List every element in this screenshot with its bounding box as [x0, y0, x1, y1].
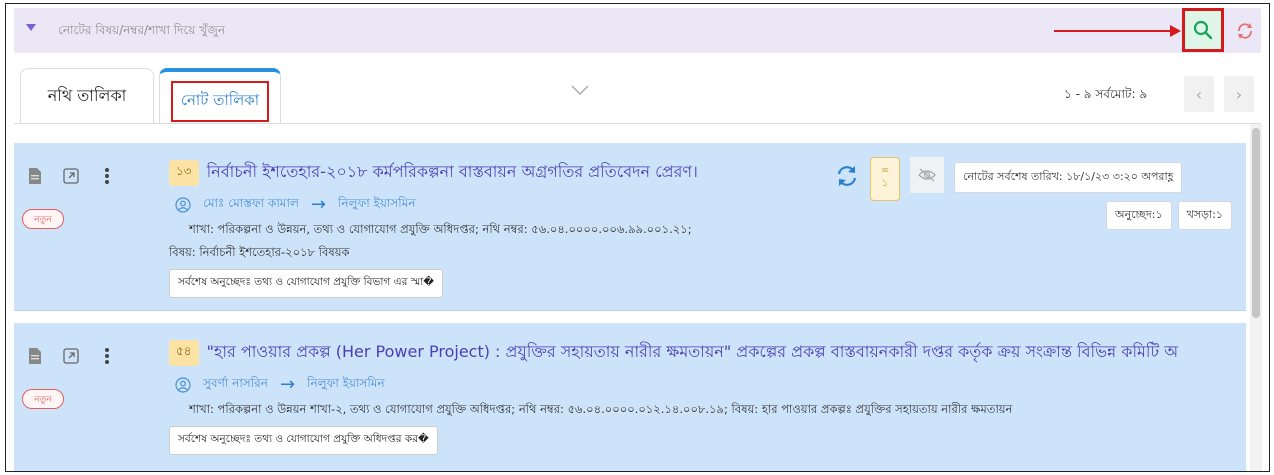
note-card[interactable]: নতুন ৫৪ "হার পাওয়ার প্রকল্প (Her Power …: [14, 323, 1246, 471]
hidden-toggle[interactable]: [910, 157, 944, 193]
note-counts: অনুচ্ছেদ:১ খসড়া:১: [1106, 201, 1232, 230]
document-icon[interactable]: [24, 165, 46, 187]
note-number: ৫৪: [169, 339, 199, 366]
search-input[interactable]: [58, 14, 758, 46]
note-title[interactable]: "হার পাওয়ার প্রকল্প (Her Power Project)…: [207, 339, 1179, 366]
note-list: নতুন ১৩ নির্বাচনী ইশতেহার-২০১৮ কর্মপরিকল…: [14, 143, 1246, 471]
previous-page-button[interactable]: ‹: [1184, 76, 1214, 112]
pagination-summary: ১ - ৯ সর্বমোট: ৯: [1064, 87, 1148, 101]
note-meta: শাখা: পরিকল্পনা ও উন্নয়ন শাখা-২, তথ্য ও…: [189, 402, 1013, 416]
new-badge: নতুন: [22, 389, 64, 409]
chevron-left-icon: ‹: [1195, 84, 1203, 104]
document-icon[interactable]: [24, 345, 46, 367]
paperclip-icon: ∞: [880, 165, 890, 176]
open-external-icon[interactable]: [60, 165, 82, 187]
tab-note-list[interactable]: নোট তালিকা: [159, 68, 281, 124]
note-subject: বিষয়: নির্বাচনী ইশতেহার-২০১৮ বিষয়ক: [169, 245, 350, 259]
tab-nothi-list[interactable]: নথি তালিকা: [20, 68, 154, 124]
note-sender: সুবর্ণা নাসরিন: [203, 375, 268, 390]
chevron-down-icon[interactable]: [570, 84, 590, 96]
note-sender: মোঃ মোস্তফা কামাল: [203, 195, 299, 210]
app-frame: নথি তালিকা নোট তালিকা ১ - ৯ সর্বমোট: ৯ ‹…: [5, 3, 1270, 472]
open-external-icon[interactable]: [60, 345, 82, 367]
tabs-row: নথি তালিকা নোট তালিকা ১ - ৯ সর্বমোট: ৯ ‹…: [14, 58, 1261, 124]
user-icon: [175, 196, 191, 213]
search-icon: [1193, 20, 1213, 40]
note-receiver: নিলুফা ইয়াসমিন: [337, 195, 416, 210]
sync-icon[interactable]: [834, 163, 860, 189]
note-meta: শাখা: পরিকল্পনা ও উন্নয়ন, তথ্য ও যোগাযো…: [189, 222, 692, 236]
note-title[interactable]: নির্বাচনী ইশতেহার-২০১৮ কর্মপরিকল্পনা বাস…: [207, 159, 698, 186]
chevron-right-icon: ›: [1235, 84, 1243, 104]
annotation-arrow-head: [1170, 25, 1181, 37]
attachment-count: ১: [881, 178, 889, 189]
last-paragraph: সর্বশেষ অনুচ্ছেদঃ তথ্য ও যোগাযোগ প্রযুক্…: [169, 269, 444, 298]
eye-off-icon: [918, 168, 936, 182]
note-receiver: নিলুফা ইয়াসমিন: [307, 375, 385, 390]
scrollbar-thumb[interactable]: [1252, 128, 1260, 318]
tab-label: নোট তালিকা: [170, 80, 270, 122]
attachment-button[interactable]: ∞ ১: [870, 157, 900, 201]
reset-icon: [1238, 23, 1252, 39]
note-content: ৫৪ "হার পাওয়ার প্রকল্প (Her Power Proje…: [169, 339, 1236, 455]
filter-dropdown-icon[interactable]: [26, 24, 36, 31]
annotation-arrow: [1054, 30, 1174, 32]
tab-label: নথি তালিকা: [47, 86, 127, 105]
last-date: নোটের সর্বশেষ তারিখ: ১৮/১/২৩ ৩:২০ অপরাহ্…: [954, 162, 1183, 193]
new-badge: নতুন: [22, 209, 64, 229]
draft-count: খসড়া:১: [1177, 201, 1232, 230]
note-route: সুবর্ণা নাসরিন → নিলুফা ইয়াসমিন: [169, 374, 1236, 395]
arrow-right-icon: →: [279, 374, 296, 395]
card-actions: [24, 345, 118, 367]
user-icon: [175, 376, 191, 393]
more-options-icon[interactable]: [96, 165, 118, 187]
arrow-right-icon: →: [310, 194, 326, 215]
next-page-button[interactable]: ›: [1224, 76, 1254, 112]
search-button[interactable]: [1182, 8, 1224, 52]
note-card[interactable]: নতুন ১৩ নির্বাচনী ইশতেহার-২০১৮ কর্মপরিকল…: [14, 143, 1246, 311]
more-options-icon[interactable]: [96, 345, 118, 367]
paragraph-count: অনুচ্ছেদ:১: [1106, 201, 1172, 230]
note-tools: ∞ ১ নোটের সর্বশেষ তারিখ: ১৮/১/২৩ ৩:২০ অপ…: [834, 157, 1183, 201]
last-paragraph: সর্বশেষ অনুচ্ছেদঃ তথ্য ও যোগাযোগ প্রযুক্…: [169, 426, 438, 455]
card-actions: [24, 165, 118, 187]
note-number: ১৩: [169, 159, 199, 186]
tab-divider: [14, 123, 1261, 124]
search-bar: [14, 8, 1261, 53]
reset-button[interactable]: [1232, 18, 1258, 44]
